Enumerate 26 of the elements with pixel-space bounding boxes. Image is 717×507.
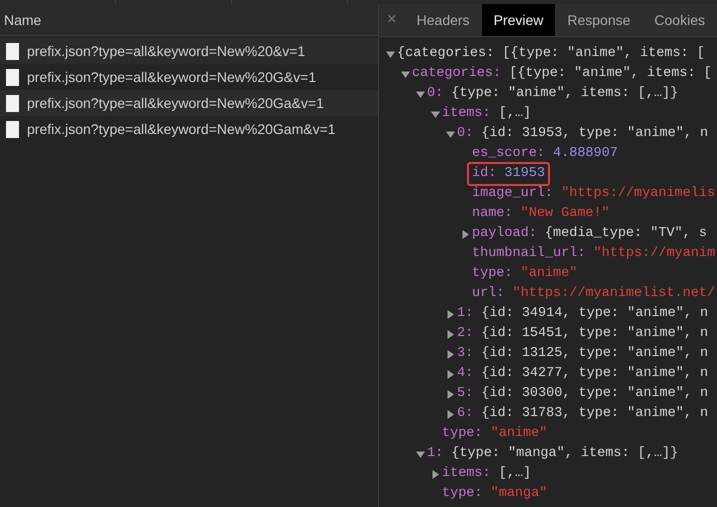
request-row[interactable]: prefix.json?type=all&keyword=New%20Ga&v=1 — [0, 90, 378, 116]
collapsed-arrow-icon[interactable] — [446, 310, 455, 318]
tab[interactable]: Cookies — [642, 4, 717, 36]
tab[interactable]: Preview — [482, 4, 556, 36]
file-icon — [6, 68, 19, 86]
file-icon — [6, 42, 19, 60]
collapsed-arrow-icon[interactable] — [446, 350, 455, 358]
expanded-arrow-icon[interactable] — [446, 130, 455, 138]
tree-entry[interactable]: id: 31953 — [467, 162, 550, 186]
expanded-arrow-icon[interactable] — [431, 110, 440, 118]
collapsed-arrow-icon[interactable] — [446, 330, 455, 338]
tab[interactable]: Headers — [404, 4, 482, 36]
collapsed-arrow-icon[interactable] — [446, 410, 455, 418]
file-icon — [6, 94, 19, 112]
request-row[interactable]: prefix.json?type=all&keyword=New%20&v=1 — [0, 38, 378, 64]
file-icon — [6, 120, 19, 138]
tab[interactable]: Response — [555, 4, 642, 36]
expanded-arrow-icon[interactable] — [401, 70, 410, 78]
name-column-header[interactable]: Name — [0, 4, 378, 36]
expanded-arrow-icon[interactable] — [416, 450, 425, 458]
collapsed-arrow-icon[interactable] — [446, 370, 455, 378]
collapsed-arrow-icon[interactable] — [431, 470, 440, 478]
expanded-arrow-icon[interactable] — [386, 50, 395, 58]
collapsed-arrow-icon[interactable] — [446, 390, 455, 398]
collapsed-arrow-icon[interactable] — [461, 230, 470, 238]
expanded-arrow-icon[interactable] — [416, 90, 425, 98]
